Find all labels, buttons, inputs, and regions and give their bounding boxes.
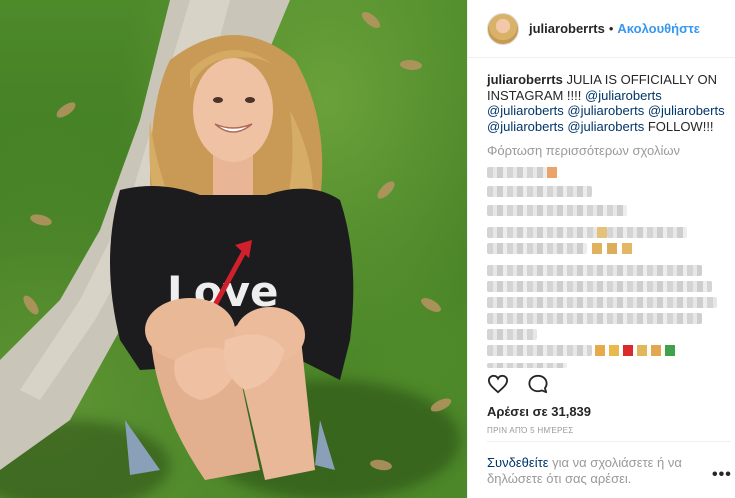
post-caption: juliaroberrts JULIA IS OFFICIALLY ON INS… xyxy=(487,72,727,134)
login-prompt: Συνδεθείτε για να σχολιάσετε ή να δηλώσε… xyxy=(487,455,697,487)
blurred-comment-line xyxy=(487,313,702,324)
header-separator: • xyxy=(608,21,614,36)
post-sidebar: juliaroberrts • Ακολουθήστε juliaroberrt… xyxy=(467,0,735,498)
blurred-comment-line xyxy=(487,345,592,356)
caption-tag[interactable]: @juliaroberts xyxy=(487,103,564,118)
blurred-emoji xyxy=(595,345,605,356)
blurred-emoji xyxy=(597,227,607,238)
post-timestamp[interactable]: ΠΡΙΝ ΑΠΌ 5 ΗΜΈΡΕΣ xyxy=(487,426,574,435)
blurred-emoji xyxy=(623,345,633,356)
avatar[interactable] xyxy=(487,12,519,45)
blurred-comment-line xyxy=(487,186,592,197)
blurred-comment-line xyxy=(607,227,687,238)
blurred-comment-line xyxy=(487,167,547,178)
blurred-emoji xyxy=(651,345,661,356)
header-username[interactable]: juliaroberrts xyxy=(529,21,605,36)
login-link[interactable]: Συνδεθείτε xyxy=(487,455,549,470)
blurred-emoji xyxy=(592,243,602,254)
post-header: juliaroberrts • Ακολουθήστε xyxy=(468,0,735,58)
blurred-comment-line xyxy=(487,227,597,238)
caption-tag[interactable]: @juliaroberts xyxy=(648,103,725,118)
caption-tag[interactable]: @juliaroberts xyxy=(487,119,564,134)
caption-tag[interactable]: @juliaroberts xyxy=(585,88,662,103)
follow-button[interactable]: Ακολουθήστε xyxy=(617,21,700,36)
comment-icon[interactable] xyxy=(527,374,549,394)
likes-count[interactable]: Αρέσει σε 31,839 xyxy=(487,404,591,419)
divider xyxy=(487,441,731,442)
blurred-emoji xyxy=(607,243,617,254)
load-more-comments-link[interactable]: Φόρτωση περισσότερων σχολίων xyxy=(487,143,680,158)
blurred-emoji xyxy=(622,243,632,254)
blurred-emoji xyxy=(547,167,557,178)
blurred-comment-line xyxy=(487,363,567,368)
blurred-comment-line xyxy=(487,297,717,308)
caption-suffix: FOLLOW!!! xyxy=(647,118,714,134)
blurred-emoji xyxy=(637,345,647,356)
blurred-comment-line xyxy=(487,243,587,254)
blurred-comment-line xyxy=(487,281,712,292)
heart-icon[interactable] xyxy=(487,374,509,394)
blurred-comment-line xyxy=(487,329,537,340)
caption-tag[interactable]: @juliaroberts xyxy=(567,103,644,118)
blurred-comment-line xyxy=(487,205,627,216)
caption-tag[interactable]: @juliaroberts xyxy=(567,119,644,134)
post-actions xyxy=(487,374,549,394)
photo-scene: Love xyxy=(0,0,354,480)
caption-author[interactable]: juliaroberrts xyxy=(487,72,563,87)
blurred-emoji xyxy=(609,345,619,356)
more-options-icon[interactable]: ••• xyxy=(712,466,732,484)
blurred-comment-line xyxy=(487,265,702,276)
blurred-emoji xyxy=(665,345,675,356)
post-photo[interactable]: Love xyxy=(0,0,467,498)
